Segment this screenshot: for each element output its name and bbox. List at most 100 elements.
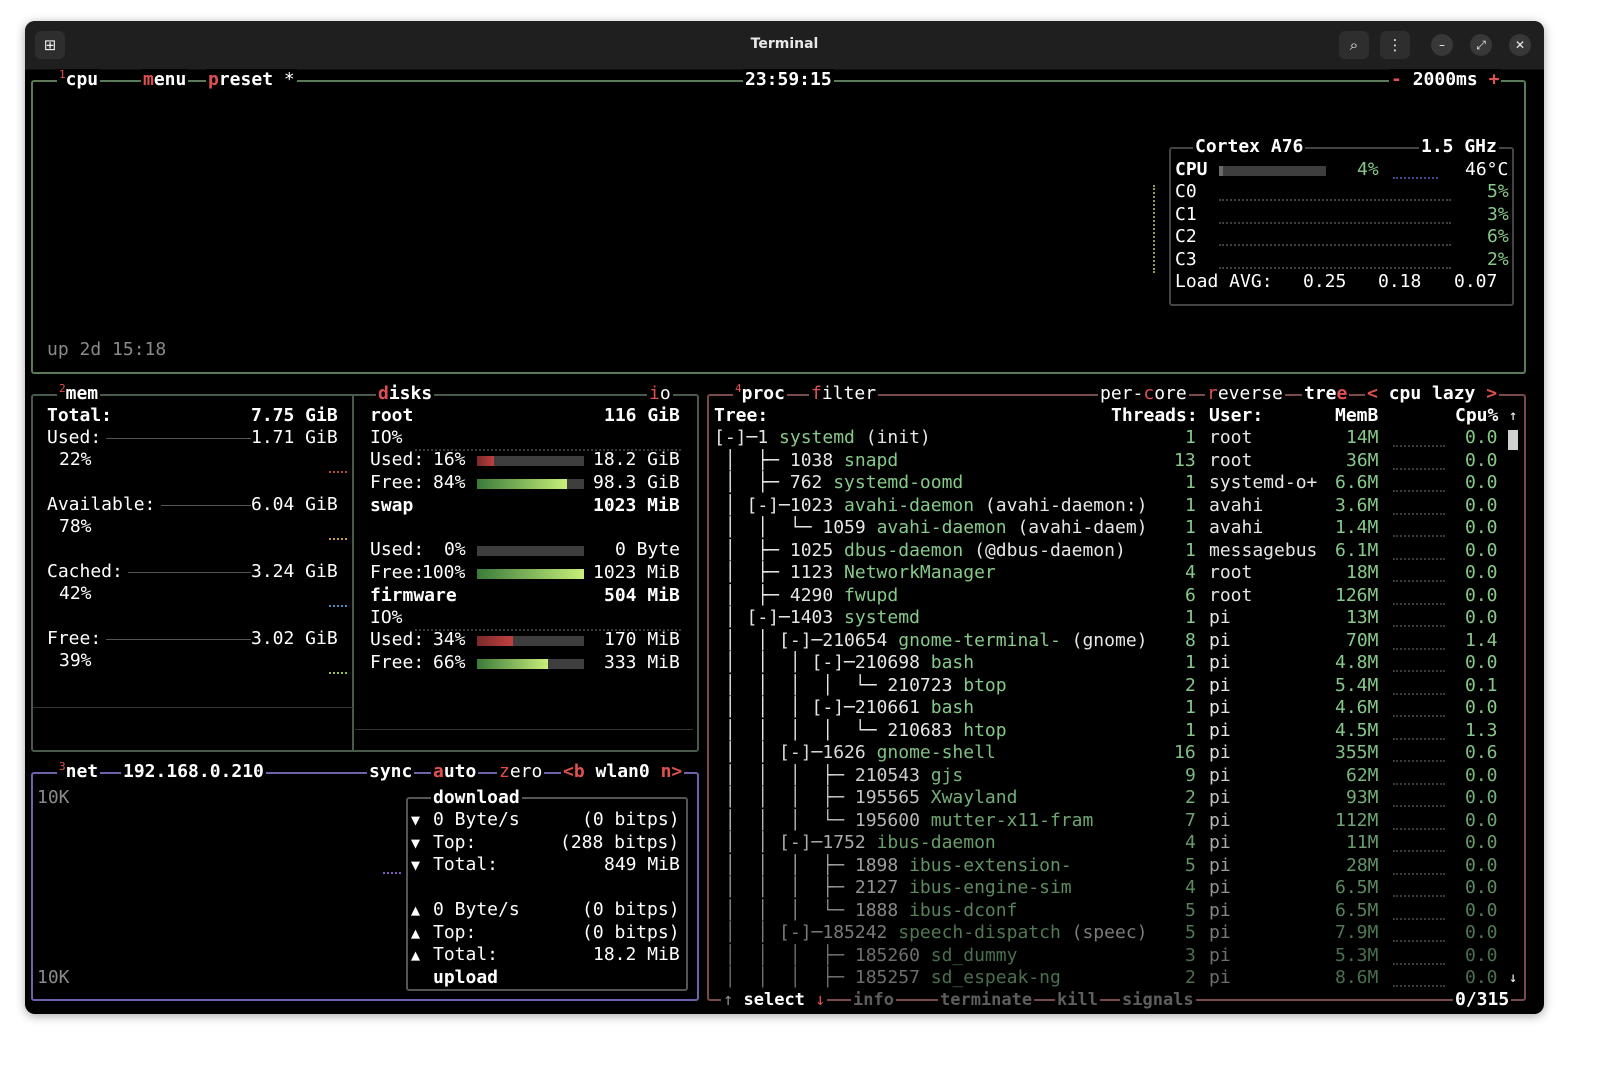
proc-row[interactable]: │ │ │ │ └─ 210723 btop <box>714 675 1509 697</box>
cpu-panel-title[interactable]: 1cpu <box>57 69 101 91</box>
proc-panel-title[interactable]: 4proc <box>733 383 787 405</box>
proc-tree: │ │ [-]─1752 <box>714 832 877 853</box>
proc-row[interactable]: │ │ │ │ └─ 210683 htop <box>714 720 1509 742</box>
terminate-button[interactable]: terminate <box>938 989 1035 1011</box>
net-download-label: Total: <box>433 854 499 875</box>
proc-name: gjs <box>930 764 964 786</box>
proc-row[interactable]: │ │ │ ├─ 1898 ibus-extension- <box>714 855 1509 877</box>
io-tab[interactable]: io <box>647 383 673 405</box>
proc-row[interactable]: │ ├─ 1025 dbus-daemon (@dbus-daemon) <box>714 540 1509 562</box>
proc-name: bash <box>930 697 975 718</box>
sort-prev-button[interactable]: < <box>1367 383 1378 404</box>
proc-scrollbar-thumb[interactable] <box>1508 430 1518 450</box>
search-button[interactable]: ⌕ <box>1339 31 1369 59</box>
proc-row[interactable]: │ │ │ [-]─210698 bash <box>714 652 1509 674</box>
net-auto-toggle[interactable]: auto <box>431 761 479 783</box>
proc-row[interactable]: │ │ │ └─ 1888 ibus-dconf <box>714 900 1509 922</box>
proc-mem: 112M <box>1335 809 1379 831</box>
mem-row-percent: 39% <box>59 650 92 671</box>
proc-name: systemd <box>779 427 855 448</box>
proc-row[interactable]: │ ├─ 4290 fwupd <box>714 585 1509 607</box>
net-upload-arrow-icon: ▲ <box>411 901 421 919</box>
proc-row[interactable]: │ ├─ 1123 NetworkManager <box>714 562 1509 584</box>
proc-row[interactable]: │ ├─ 1038 snapd <box>714 450 1509 472</box>
proc-threads: 6 <box>1185 584 1196 606</box>
proc-cpu: 0.0 <box>1465 652 1498 673</box>
proc-row[interactable]: │ │ [-]─210654 gnome-terminal- (gnome) <box>714 630 1509 652</box>
reverse-toggle[interactable]: reverse <box>1205 383 1285 405</box>
proc-threads: 5 <box>1185 899 1196 921</box>
net-interface-selector[interactable]: <b wlan0 n> <box>561 761 685 783</box>
proc-row[interactable]: │ │ │ ├─ 210543 gjs <box>714 765 1509 787</box>
proc-args: (init) <box>854 427 931 448</box>
proc-row[interactable]: │ │ [-]─1626 gnome-shell <box>714 742 1509 764</box>
proc-row[interactable]: │ │ [-]─1752 ibus-daemon <box>714 832 1509 854</box>
net-next-interface[interactable]: n> <box>661 761 683 782</box>
proc-name: gnome-shell <box>876 742 996 763</box>
proc-row[interactable]: │ │ └─ 1059 avahi-daemon (avahi-daem) <box>714 517 1509 539</box>
net-prev-interface[interactable]: <b <box>563 761 585 782</box>
proc-row[interactable]: │ ├─ 762 systemd-oomd <box>714 472 1509 494</box>
select-button[interactable]: select <box>744 990 805 1010</box>
proc-row[interactable]: │ │ │ ├─ 185260 sd_dummy <box>714 945 1509 967</box>
kill-button[interactable]: kill <box>1055 989 1100 1011</box>
net-download-arrow-icon: ▼ <box>411 856 421 874</box>
info-button[interactable]: info <box>851 989 896 1011</box>
menu-button[interactable]: ⋮ <box>1380 31 1410 59</box>
proc-cpu: 0.0 <box>1465 427 1498 448</box>
maximize-button[interactable]: ⤢ <box>1470 34 1492 56</box>
disk-used-bar-fill <box>477 456 495 466</box>
disk-free-bar-fill <box>477 479 567 489</box>
sort-selector[interactable]: < cpu lazy > <box>1365 383 1500 405</box>
proc-mem: 70M <box>1346 629 1379 651</box>
scroll-down-arrow[interactable]: ↓ <box>1509 967 1517 989</box>
net-panel-title[interactable]: 3net <box>57 761 101 783</box>
proc-mem: 28M <box>1346 854 1379 876</box>
cpu-menu-tab[interactable]: menu <box>141 69 189 91</box>
update-interval[interactable]: - 2000ms + <box>1389 69 1502 91</box>
proc-tree: [-]─1 <box>714 427 780 448</box>
proc-cpu-graph <box>1393 445 1445 449</box>
proc-filter-tab[interactable]: filter <box>809 383 879 405</box>
close-button[interactable]: ✕ <box>1509 34 1531 56</box>
net-download-arrow-icon: ▼ <box>411 811 421 829</box>
per-core-toggle[interactable]: per-core <box>1098 383 1189 405</box>
disk-free-bar <box>477 569 584 579</box>
mem-row-graph <box>329 471 347 475</box>
signals-button[interactable]: signals <box>1120 989 1196 1011</box>
sort-next-button[interactable]: > <box>1486 383 1497 404</box>
proc-cpu-graph <box>1393 782 1445 787</box>
disk-free-value: 333 MiB <box>604 652 680 673</box>
proc-row[interactable]: │ │ │ ├─ 2127 ibus-engine-sim <box>714 877 1509 899</box>
interval-decrease-button[interactable]: - <box>1391 69 1402 90</box>
proc-row[interactable]: │ [-]─1023 avahi-daemon (avahi-daemon:) <box>714 495 1509 517</box>
net-sync-toggle[interactable]: sync <box>367 761 415 783</box>
proc-row[interactable]: │ │ [-]─185242 speech-dispatch (speec) <box>714 922 1509 944</box>
disks-tab[interactable]: disks <box>376 383 435 405</box>
close-icon: ✕ <box>1514 38 1526 52</box>
proc-mem: 3.6M <box>1335 494 1379 516</box>
interval-increase-button[interactable]: + <box>1489 69 1500 90</box>
proc-header-cpu: Cpu% <box>1455 405 1499 426</box>
proc-threads: 1 <box>1185 472 1196 493</box>
proc-mem: 5.3M <box>1335 944 1379 966</box>
proc-mem: 4.8M <box>1335 652 1379 673</box>
proc-row[interactable]: [-]─1 systemd (init) <box>714 427 1509 449</box>
proc-name: sd_espeak-ng <box>930 967 1061 988</box>
proc-row[interactable]: │ │ │ ├─ 185257 sd_espeak-ng <box>714 967 1509 989</box>
net-zero-toggle[interactable]: zero <box>497 761 545 783</box>
minimize-button[interactable]: – <box>1431 34 1453 56</box>
proc-row[interactable]: │ │ │ └─ 195600 mutter-x11-fram <box>714 810 1509 832</box>
proc-row[interactable]: │ │ │ [-]─210661 bash <box>714 697 1509 719</box>
proc-row[interactable]: │ [-]─1403 systemd <box>714 607 1509 629</box>
scroll-up-arrow[interactable]: ↑ <box>1509 405 1517 427</box>
tree-toggle[interactable]: tree <box>1302 383 1350 405</box>
terminal-content[interactable]: 1cpu menu preset * 23:59:15 - 2000ms + C… <box>25 69 1544 1014</box>
disk-used-percent: 16% <box>433 449 466 470</box>
mem-panel-title[interactable]: 2mem <box>57 383 101 405</box>
disk-used-bar <box>477 636 584 646</box>
proc-cpu-graph <box>1393 985 1445 989</box>
cpu-preset-tab[interactable]: preset * <box>206 69 297 91</box>
proc-args: (@dbus-daemon) <box>963 539 1126 561</box>
proc-row[interactable]: │ │ │ ├─ 195565 Xwayland <box>714 787 1509 809</box>
